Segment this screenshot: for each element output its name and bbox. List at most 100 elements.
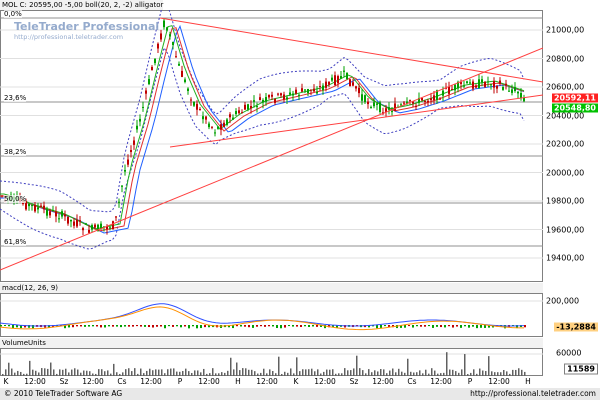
candle-body	[361, 94, 363, 101]
macd-histogram-bar	[188, 325, 190, 329]
volume-bar	[446, 352, 448, 376]
candle-body	[46, 209, 48, 216]
macd-histogram-bar	[296, 325, 298, 327]
candle-body	[85, 223, 87, 225]
candle-body	[346, 72, 348, 80]
candle-body	[490, 84, 492, 86]
macd-histogram-bar	[8, 325, 10, 327]
candle-body	[295, 89, 297, 94]
time-x-axis: K 12:00 Sz 12:00 Cs 12:00 P 12:00 H 12:00 K 12:00 Sz…	[0, 376, 543, 388]
candle-body	[253, 100, 255, 102]
candle-body	[481, 79, 483, 83]
macd-histogram-bar	[156, 325, 158, 327]
volume-bar	[236, 362, 238, 376]
time-x-tick: K	[3, 377, 9, 386]
volume-chart[interactable]	[0, 348, 543, 376]
time-x-tick: 12:00	[82, 377, 104, 386]
price-y-axis: 21000,00 20800,00 20600,00 20400,00 20200,00…	[542, 10, 600, 282]
candle-body	[328, 81, 330, 85]
macd-histogram-bar	[0, 325, 2, 327]
candle-body	[232, 117, 234, 120]
candle-body	[364, 95, 366, 103]
volume-bar	[407, 358, 409, 376]
candle-body	[430, 98, 432, 101]
candle-body	[283, 94, 285, 100]
volume-bar	[302, 369, 304, 376]
price-y-tick: 21000,00	[546, 25, 585, 35]
candle-body	[28, 203, 30, 207]
time-x-tick: Cs	[117, 377, 127, 386]
candle-body	[244, 104, 246, 110]
candle-body	[67, 216, 69, 224]
volume-bar	[461, 369, 463, 376]
macd-histogram-bar	[248, 325, 250, 328]
candle-body	[403, 102, 405, 104]
candle-body	[178, 63, 180, 66]
time-x-tick: Cs	[407, 377, 417, 386]
candle-body	[181, 70, 183, 77]
price-y-tick: 20600,00	[546, 82, 585, 92]
volume-bar	[296, 357, 298, 376]
macd-chart[interactable]	[0, 293, 543, 337]
footer-url[interactable]: http://professional.teletrader.com	[470, 388, 596, 400]
volume-bar	[125, 369, 127, 376]
candle-body	[307, 88, 309, 94]
volume-bar	[353, 368, 355, 376]
candle-body	[109, 227, 111, 229]
candle-body	[376, 103, 378, 105]
macd-histogram-bar	[404, 325, 406, 328]
candle-body	[163, 20, 165, 28]
volume-bar	[74, 368, 76, 376]
candle-body	[256, 106, 258, 108]
macd-histogram-bar	[308, 325, 310, 328]
price-y-tick: 19400,00	[546, 253, 585, 263]
volume-bar	[269, 369, 271, 376]
candle-body	[55, 211, 57, 217]
candle-body	[82, 228, 84, 231]
candle-body	[415, 105, 417, 108]
macd-histogram-bar	[72, 325, 74, 328]
candle-body	[31, 205, 33, 207]
candle-body	[385, 108, 387, 112]
candle-body	[205, 116, 207, 120]
macd-histogram-bar	[120, 325, 122, 328]
macd-histogram-bar	[116, 325, 118, 327]
price-chart[interactable]	[0, 10, 543, 282]
candle-body	[475, 85, 477, 88]
macd-histogram-bar	[448, 325, 450, 327]
time-x-tick: 12:00	[488, 377, 510, 386]
candle-body	[511, 89, 513, 93]
macd-histogram-bar	[236, 325, 238, 327]
uptrend-line	[0, 47, 543, 271]
macd-histogram-bar	[84, 325, 86, 327]
candle-body	[274, 98, 276, 103]
candle-body	[145, 90, 147, 94]
candle-body	[151, 67, 153, 71]
macd-histogram-bar	[444, 325, 446, 328]
volume-bar	[212, 368, 214, 376]
macd-histogram-bar	[472, 325, 474, 327]
volume-bar	[311, 368, 313, 376]
candle-body	[70, 219, 72, 222]
candle-body	[139, 118, 141, 122]
candle-body	[505, 83, 507, 86]
candle-body	[208, 123, 210, 128]
candle-body	[1, 195, 3, 197]
candle-body	[304, 89, 306, 91]
macd-histogram-bar	[252, 325, 254, 328]
candle-body	[211, 126, 213, 128]
volume-bar	[50, 362, 52, 376]
candle-body	[76, 219, 78, 227]
candle-body	[340, 76, 342, 79]
candle-body	[313, 88, 315, 92]
candle-body	[379, 102, 381, 112]
candle-body	[49, 211, 51, 216]
candle-body	[40, 205, 42, 207]
macd-histogram-bar	[428, 325, 430, 327]
candle-body	[268, 95, 270, 98]
candle-body	[478, 79, 480, 89]
macd-histogram-bar	[96, 325, 98, 327]
candle-body	[322, 85, 324, 91]
macd-histogram-bar	[376, 325, 378, 329]
fibonacci-label: 38,2%	[4, 148, 27, 156]
